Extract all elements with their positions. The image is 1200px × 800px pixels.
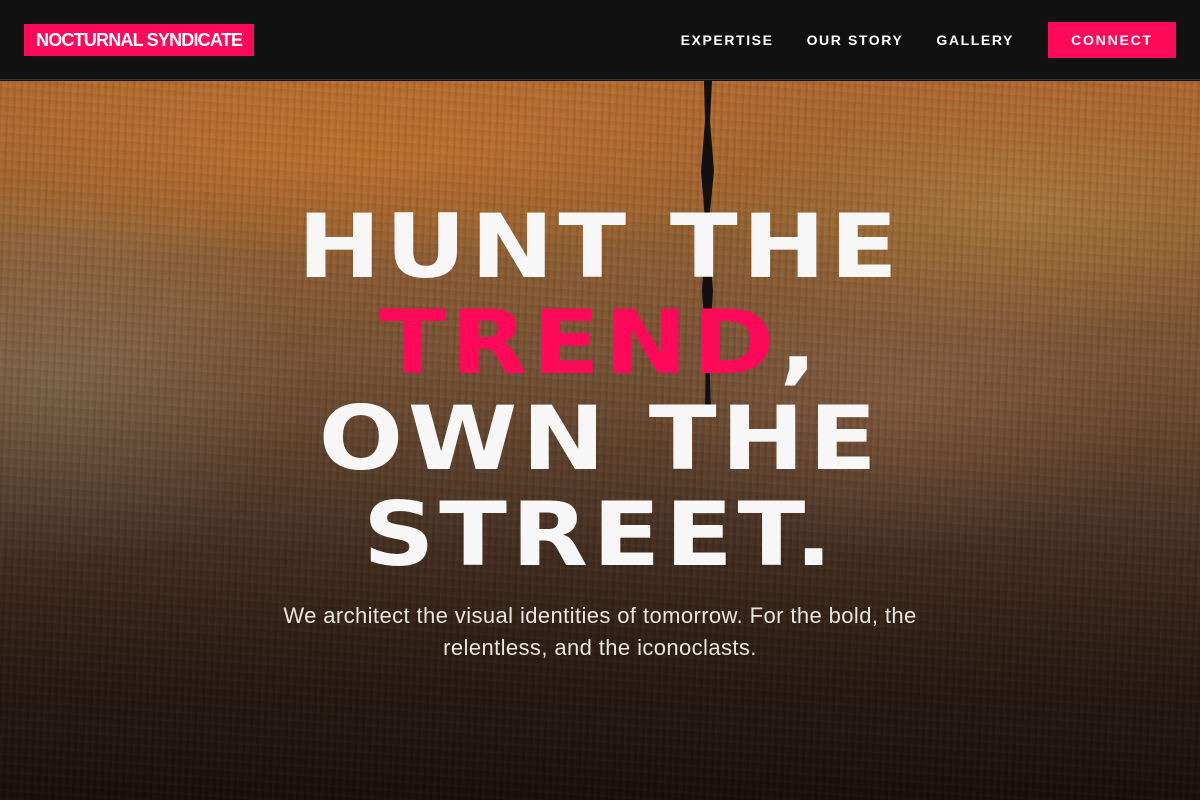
headline-line-1: HUNT THE (297, 195, 903, 298)
nav-link-expertise[interactable]: EXPERTISE (681, 32, 774, 48)
connect-button[interactable]: CONNECT (1048, 21, 1176, 58)
hero-headline: HUNT THE TREND, OWN THE STREET. (0, 199, 1200, 583)
top-navigation-bar: NOCTURNAL SYNDICATE EXPERTISE OUR STORY … (0, 0, 1200, 80)
nav-link-our-story[interactable]: OUR STORY (807, 32, 904, 48)
headline-line-3: OWN THE (318, 387, 882, 490)
hero-subtitle: We architect the visual identities of to… (283, 603, 917, 660)
headline-comma: , (779, 291, 822, 394)
nav-link-gallery[interactable]: GALLERY (936, 32, 1014, 48)
headline-accent-word: TREND (378, 291, 780, 394)
brand-logo[interactable]: NOCTURNAL SYNDICATE (24, 23, 255, 56)
hero-section: HUNT THE TREND, OWN THE STREET. We archi… (0, 81, 1200, 800)
headline-line-4: STREET. (362, 483, 838, 586)
main-nav: EXPERTISE OUR STORY GALLERY CONNECT (681, 21, 1176, 58)
